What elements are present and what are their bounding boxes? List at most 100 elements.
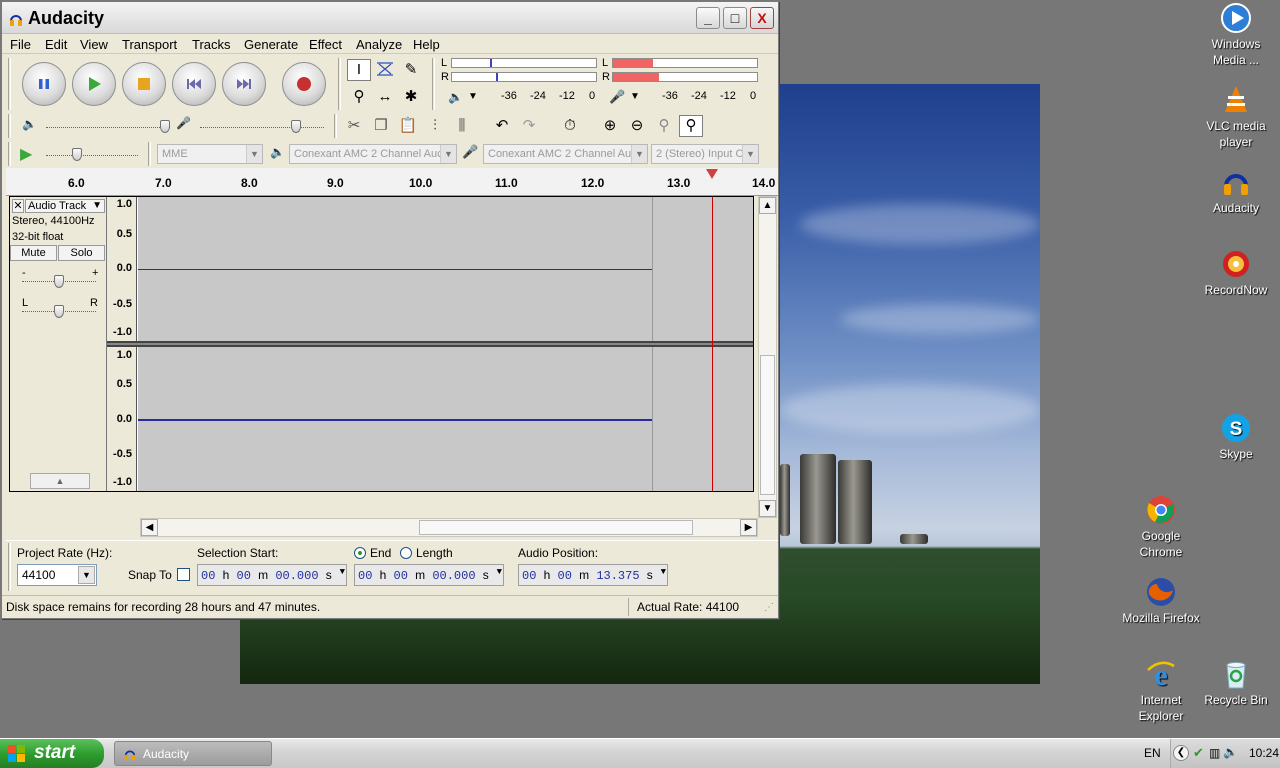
desktop-icon-recycle-bin[interactable]: Recycle Bin	[1196, 658, 1276, 708]
play-speed-thumb[interactable]	[72, 148, 82, 161]
desktop-icon-internet-explorer[interactable]: e Internet Explorer	[1121, 658, 1201, 724]
network-icon[interactable]: ▥	[1209, 746, 1220, 760]
taskbar-audacity-button[interactable]: Audacity	[114, 741, 272, 766]
length-radio[interactable]	[400, 547, 412, 559]
envelope-tool[interactable]	[373, 59, 397, 81]
menu-transport[interactable]: Transport	[122, 37, 177, 52]
cut-button[interactable]: ✂	[342, 115, 366, 137]
track-name-menu[interactable]: Audio Track ▼	[25, 199, 105, 213]
output-volume-thumb[interactable]	[160, 120, 170, 133]
zoom-out-button[interactable]: ⊖	[625, 115, 649, 137]
skip-to-start-button[interactable]	[172, 62, 216, 106]
project-rate-combo[interactable]: 44100 ▼	[17, 564, 97, 586]
desktop-icon-chrome[interactable]: Google Chrome	[1121, 494, 1201, 560]
zoom-in-button[interactable]: ⊕	[598, 115, 622, 137]
mute-button[interactable]: Mute	[10, 245, 57, 261]
audio-position-field[interactable]: 00 h 00 m 13.375 s ▼	[518, 564, 668, 586]
title-bar[interactable]: Audacity _ □ X	[2, 2, 778, 34]
track-close-button[interactable]: ✕	[12, 199, 24, 213]
vertical-scroll-thumb[interactable]	[760, 355, 775, 495]
toolbar-grip[interactable]	[338, 58, 341, 110]
toolbar-grip[interactable]	[432, 58, 435, 110]
menu-edit[interactable]: Edit	[45, 37, 67, 52]
desktop-icon-firefox[interactable]: Mozilla Firefox	[1121, 576, 1201, 626]
menu-generate[interactable]: Generate	[244, 37, 298, 52]
dropdown-arrow-icon[interactable]: ▼	[661, 567, 666, 577]
trim-button[interactable]: ⫶	[423, 115, 447, 137]
solo-button[interactable]: Solo	[58, 245, 105, 261]
tray-expand-button[interactable]: ❮	[1173, 745, 1189, 761]
copy-button[interactable]: ❐	[369, 115, 393, 137]
input-volume-thumb[interactable]	[291, 120, 301, 133]
scroll-down-button[interactable]: ▼	[759, 500, 776, 517]
sync-lock-button[interactable]: ⏱	[558, 115, 582, 137]
toolbar-grip[interactable]	[334, 114, 337, 138]
draw-tool[interactable]: ✎	[399, 59, 423, 81]
start-button[interactable]: start	[0, 739, 104, 768]
play-head-marker-icon[interactable]	[706, 169, 718, 179]
pause-button[interactable]	[22, 62, 66, 106]
menu-help[interactable]: Help	[413, 37, 440, 52]
output-device-select[interactable]: Conexant AMC 2 Channel Auc ▼	[289, 144, 457, 164]
paste-button[interactable]: 📋	[396, 115, 420, 137]
input-volume-slider[interactable]	[200, 127, 324, 128]
redo-button[interactable]: ↷	[517, 115, 541, 137]
audio-host-select[interactable]: MME ▼	[157, 144, 263, 164]
toolbar-grip[interactable]	[148, 142, 151, 166]
record-meter-dropdown[interactable]: ▼	[630, 91, 640, 102]
play-speed-slider[interactable]	[46, 155, 138, 156]
gain-thumb[interactable]	[54, 275, 64, 288]
dropdown-arrow-icon[interactable]: ▼	[340, 567, 345, 577]
record-button[interactable]	[282, 62, 326, 106]
silence-button[interactable]: ⫼	[450, 115, 474, 137]
volume-icon[interactable]: 🔈	[1223, 745, 1238, 759]
resize-grip-icon[interactable]: ⋰	[764, 602, 774, 613]
empty-region-top[interactable]	[652, 197, 753, 341]
language-indicator[interactable]: EN	[1144, 746, 1161, 760]
menu-effect[interactable]: Effect	[309, 37, 342, 52]
vertical-scrollbar[interactable]: ▲ ▼	[758, 196, 777, 518]
zoom-tool[interactable]: ⚲	[347, 86, 371, 108]
end-radio[interactable]	[354, 547, 366, 559]
play-at-speed-icon[interactable]: ▶	[20, 144, 32, 164]
maximize-button[interactable]: □	[723, 7, 747, 29]
menu-analyze[interactable]: Analyze	[356, 37, 402, 52]
selection-end-field[interactable]: 00 h 00 m 00.000 s ▼	[354, 564, 504, 586]
clock[interactable]: 10:24	[1249, 746, 1279, 760]
play-button[interactable]	[72, 62, 116, 106]
toolbar-grip[interactable]	[8, 58, 11, 110]
desktop-icon-recordnow[interactable]: RecordNow	[1196, 248, 1276, 298]
fit-project-button[interactable]: ⚲	[679, 115, 703, 137]
close-button[interactable]: X	[750, 7, 774, 29]
scroll-right-button[interactable]: ▶	[740, 519, 757, 536]
time-shift-tool[interactable]: ↔	[373, 86, 397, 108]
desktop-icon-vlc[interactable]: VLC media player	[1196, 84, 1276, 150]
input-channels-select[interactable]: 2 (Stereo) Input C ▼	[651, 144, 759, 164]
selection-tool[interactable]: I	[347, 59, 371, 81]
fit-selection-button[interactable]: ⚲	[652, 115, 676, 137]
toolbar-grip[interactable]	[8, 142, 11, 166]
scroll-up-button[interactable]: ▲	[759, 197, 776, 214]
desktop-icon-skype[interactable]: S Skype	[1196, 412, 1276, 462]
undo-button[interactable]: ↶	[490, 115, 514, 137]
menu-tracks[interactable]: Tracks	[192, 37, 231, 52]
menu-file[interactable]: File	[10, 37, 31, 52]
dropdown-arrow-icon[interactable]: ▼	[497, 567, 502, 577]
horizontal-scrollbar[interactable]: ◀ ▶	[140, 518, 758, 537]
collapse-track-button[interactable]: ▲	[30, 473, 90, 489]
safely-remove-icon[interactable]: ✔	[1193, 745, 1204, 761]
stop-button[interactable]	[122, 62, 166, 106]
play-meter-dropdown[interactable]: ▼	[468, 91, 478, 102]
scroll-left-button[interactable]: ◀	[141, 519, 158, 536]
empty-region-bottom[interactable]	[652, 347, 753, 491]
output-volume-slider[interactable]	[46, 127, 170, 128]
skip-to-end-button[interactable]	[222, 62, 266, 106]
timeline-ruler[interactable]: 6.0 7.0 8.0 9.0 10.0 11.0 12.0 13.0 14.0	[6, 168, 778, 196]
minimize-button[interactable]: _	[696, 7, 720, 29]
desktop-icon-windows-media[interactable]: Windows Media ...	[1196, 2, 1276, 68]
pan-thumb[interactable]	[54, 305, 64, 318]
toolbar-grip[interactable]	[8, 543, 11, 591]
menu-view[interactable]: View	[80, 37, 108, 52]
horizontal-scroll-thumb[interactable]	[419, 520, 693, 535]
desktop-icon-audacity[interactable]: Audacity	[1196, 166, 1276, 216]
